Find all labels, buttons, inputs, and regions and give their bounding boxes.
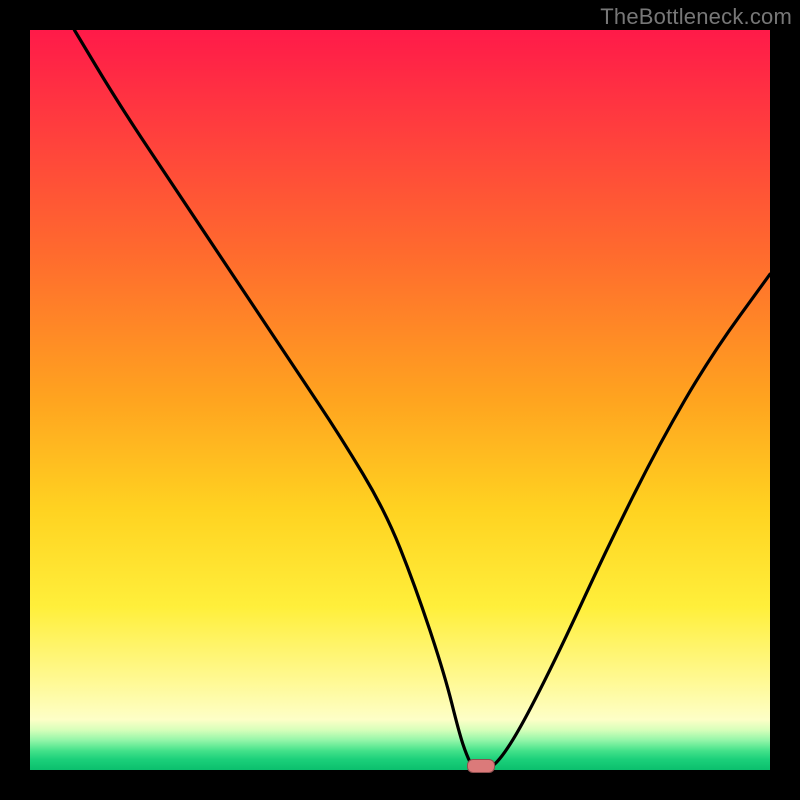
figure-frame: TheBottleneck.com	[0, 0, 800, 800]
plot-area	[30, 30, 770, 770]
bottleneck-curve	[30, 30, 770, 770]
trough-marker-icon	[467, 759, 495, 773]
watermark-text: TheBottleneck.com	[600, 4, 792, 30]
